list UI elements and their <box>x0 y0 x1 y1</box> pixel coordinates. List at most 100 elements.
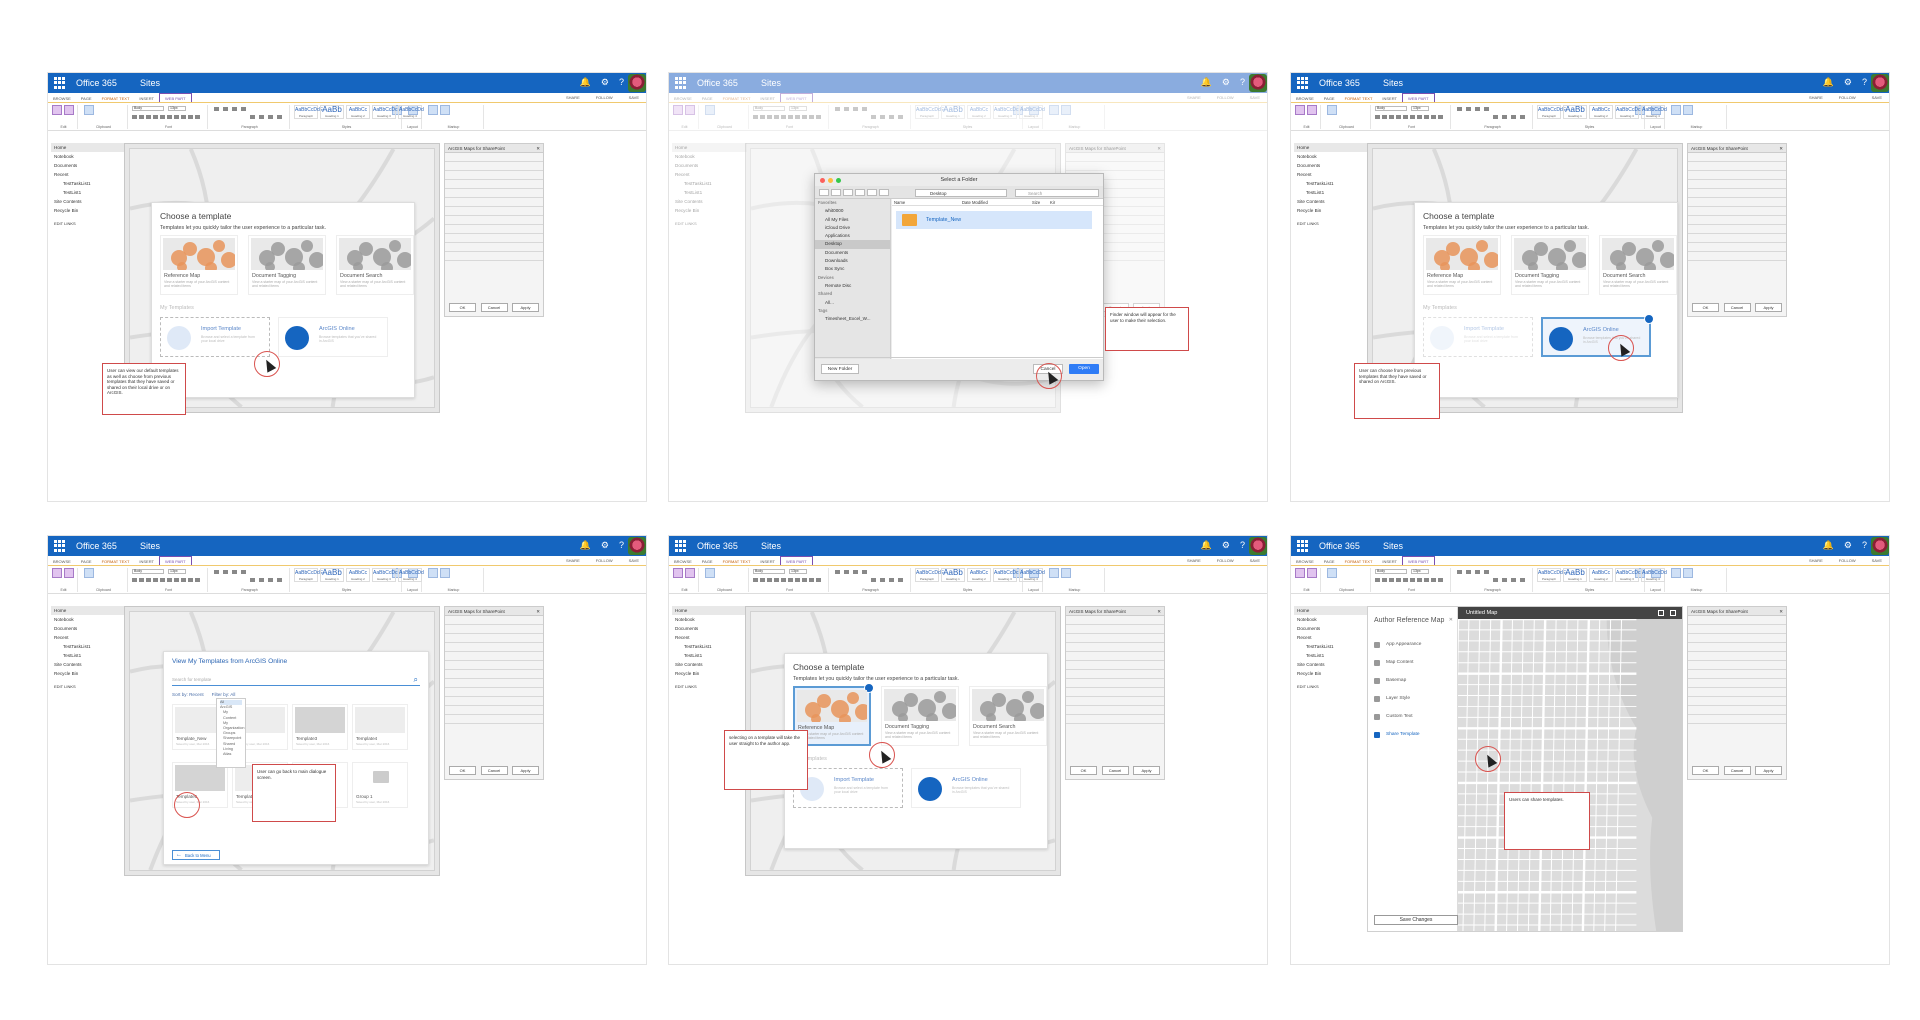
template-card-document-tagging[interactable]: Document Tagging View a starter map of yo… <box>1511 235 1589 295</box>
format-toggle[interactable] <box>132 578 137 582</box>
folder-item[interactable]: Template_New <box>896 211 1092 229</box>
help-icon[interactable]: ? <box>1240 77 1245 88</box>
column-header[interactable]: Name <box>894 200 905 205</box>
nav-item-testtasklist1[interactable]: TestTaskList1 <box>672 179 747 188</box>
ribbon-tab-page[interactable]: PAGE <box>76 94 97 103</box>
font-size-select[interactable]: 13px <box>1411 569 1429 574</box>
finder-favorite-item[interactable]: Desktop <box>815 240 890 249</box>
style-sample[interactable]: AaBb Heading 1 <box>320 105 344 119</box>
paragraph-toggle[interactable] <box>214 570 219 574</box>
style-sample[interactable]: AaBbCcDdE Paragraph <box>294 105 323 119</box>
finder-favorite-item[interactable]: Downloads <box>815 257 890 265</box>
help-icon[interactable]: ? <box>619 77 624 88</box>
format-toggle[interactable] <box>195 115 200 119</box>
close-icon[interactable]: ✕ <box>1157 144 1161 153</box>
edit-links[interactable]: EDIT LINKS <box>672 219 747 228</box>
ribbon-button[interactable] <box>1307 568 1317 578</box>
paragraph-toggle[interactable] <box>880 115 885 119</box>
ribbon-button[interactable] <box>84 105 94 115</box>
action-share[interactable]: SHARE <box>1804 93 1828 102</box>
filter-option[interactable]: My Organization <box>220 721 245 731</box>
cancel-button[interactable]: Cancel <box>480 766 508 775</box>
format-toggle[interactable] <box>816 115 821 119</box>
edit-links[interactable]: EDIT LINKS <box>672 682 747 691</box>
nav-item-recent[interactable]: Recent <box>51 633 126 642</box>
ribbon-button[interactable] <box>52 105 62 115</box>
close-icon[interactable]: ✕ <box>536 607 540 616</box>
format-toggle[interactable] <box>167 115 172 119</box>
ribbon-tab-insert[interactable]: INSERT <box>755 94 780 103</box>
font-select[interactable]: Body <box>753 569 785 574</box>
nav-item-notebook[interactable]: Notebook <box>1294 615 1369 624</box>
sites-link[interactable]: Sites <box>1383 541 1403 551</box>
nav-item-recent[interactable]: Recent <box>1294 633 1369 642</box>
save-changes-button[interactable]: Save Changes <box>1374 915 1458 925</box>
nav-item-testlist1[interactable]: TestList1 <box>51 188 126 197</box>
sort-dropdown[interactable]: Sort by: Recent <box>172 692 204 697</box>
finder-favorite-item[interactable]: whit0000 <box>815 207 890 215</box>
nav-item-recycle-bin[interactable]: Recycle Bin <box>51 206 126 215</box>
arcgis-online-card[interactable]: ArcGIS Online Browse templates that you'v… <box>278 317 388 357</box>
ribbon-tab-page[interactable]: PAGE <box>697 94 718 103</box>
finder-view-button[interactable] <box>819 189 829 196</box>
ok-button[interactable]: OK <box>1692 766 1719 775</box>
action-share[interactable]: SHARE <box>1182 556 1206 565</box>
search-icon[interactable]: ⌕ <box>414 674 418 686</box>
close-icon[interactable]: ✕ <box>1449 617 1453 623</box>
style-sample[interactable]: AaBbCcDdE Paragraph <box>1537 568 1566 582</box>
action-follow[interactable]: FOLLOW <box>1212 93 1239 102</box>
ribbon-button[interactable] <box>673 568 683 578</box>
cancel-button[interactable]: Cancel <box>480 303 508 312</box>
style-sample[interactable]: AaBbCcDc Heading 3 <box>1615 105 1640 119</box>
font-size-select[interactable]: 13px <box>789 106 807 111</box>
nav-item-recycle-bin[interactable]: Recycle Bin <box>672 669 747 678</box>
ribbon-button[interactable] <box>1061 568 1071 578</box>
app-launcher-icon[interactable] <box>1297 77 1309 89</box>
paragraph-toggle[interactable] <box>250 115 255 119</box>
format-toggle[interactable] <box>1417 115 1422 119</box>
sites-link[interactable]: Sites <box>140 78 160 88</box>
font-select[interactable]: Body <box>1375 106 1407 111</box>
nav-item-home[interactable]: Home <box>51 606 126 615</box>
ribbon-tab-page[interactable]: PAGE <box>1319 94 1340 103</box>
action-follow[interactable]: FOLLOW <box>1834 556 1861 565</box>
author-menu-app-appearance[interactable]: App Appearance <box>1374 641 1421 649</box>
action-save[interactable]: SAVE <box>624 556 644 565</box>
ribbon-tab-web-part[interactable]: WEB PART <box>1402 556 1435 565</box>
ribbon-button[interactable] <box>673 105 683 115</box>
style-sample[interactable]: AaBbCcDc Heading 3 <box>1615 568 1640 582</box>
ok-button[interactable]: OK <box>449 303 476 312</box>
format-toggle[interactable] <box>774 578 779 582</box>
format-toggle[interactable] <box>132 115 137 119</box>
action-follow[interactable]: FOLLOW <box>591 93 618 102</box>
format-toggle[interactable] <box>139 578 144 582</box>
close-icon[interactable]: ✕ <box>1157 607 1161 616</box>
author-menu-map-content[interactable]: Map Content <box>1374 659 1413 667</box>
font-select[interactable]: Body <box>132 106 164 111</box>
format-toggle[interactable] <box>774 115 779 119</box>
import-template-card[interactable]: Import Template Browse and select a templ… <box>793 768 903 808</box>
help-icon[interactable]: ? <box>1862 540 1867 551</box>
nav-item-recycle-bin[interactable]: Recycle Bin <box>1294 206 1369 215</box>
style-sample[interactable]: AaBbCc Heading 2 <box>1589 105 1613 119</box>
nav-item-testtasklist1[interactable]: TestTaskList1 <box>672 642 747 651</box>
action-save[interactable]: SAVE <box>1245 93 1265 102</box>
action-save[interactable]: SAVE <box>1867 556 1887 565</box>
paragraph-toggle[interactable] <box>898 578 903 582</box>
close-icon[interactable]: ✕ <box>1779 144 1783 153</box>
gear-icon[interactable]: ⚙ <box>601 77 609 88</box>
ribbon-tab-format-text[interactable]: FORMAT TEXT <box>97 557 135 566</box>
finder-favorite-item[interactable]: Box Sync <box>815 265 890 273</box>
paragraph-toggle[interactable] <box>889 578 894 582</box>
format-toggle[interactable] <box>760 578 765 582</box>
notification-bell-icon[interactable]: 🔔 <box>580 77 591 88</box>
gear-icon[interactable]: ⚙ <box>1222 77 1230 88</box>
nav-item-site-contents[interactable]: Site Contents <box>51 197 126 206</box>
template-card-reference-map[interactable]: Reference Map View a starter map of your … <box>160 235 238 295</box>
format-toggle[interactable] <box>767 115 772 119</box>
paragraph-toggle[interactable] <box>1457 107 1462 111</box>
action-share[interactable]: SHARE <box>1182 93 1206 102</box>
finder-favorite-item[interactable]: Applications <box>815 232 890 240</box>
ribbon-button[interactable] <box>84 568 94 578</box>
style-sample[interactable]: AaBb Heading 1 <box>941 105 965 119</box>
